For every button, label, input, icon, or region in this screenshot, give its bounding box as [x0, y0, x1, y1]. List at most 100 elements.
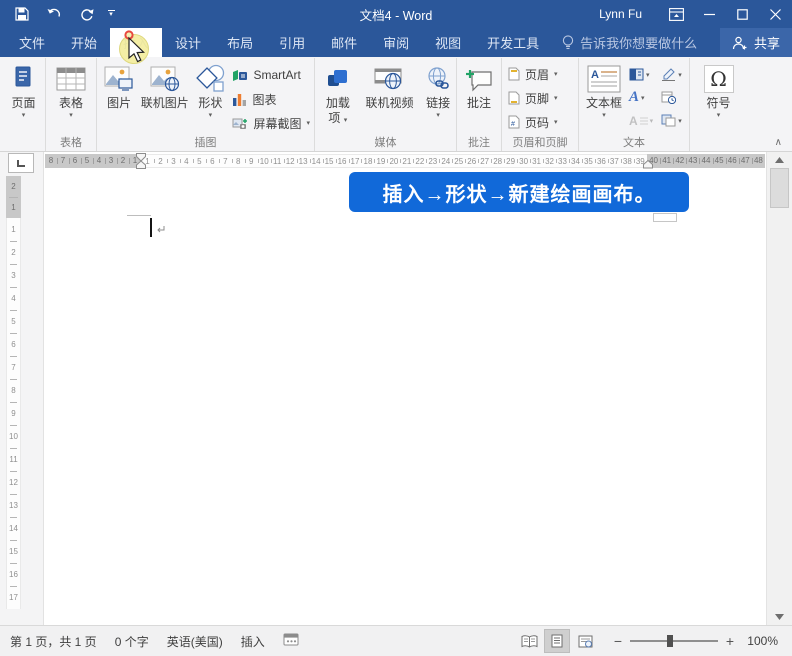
- ruler-tick: 14: [309, 155, 323, 167]
- ribbon-display-options-button[interactable]: [660, 0, 693, 28]
- ruler-tick: 33: [556, 155, 569, 167]
- chart-label: 图表: [252, 92, 277, 107]
- scroll-up-button[interactable]: [767, 152, 792, 167]
- document-page[interactable]: 插入→形状→新建绘画画布。: [45, 152, 766, 625]
- tab-view[interactable]: 视图: [422, 28, 474, 57]
- ruler-tick: 6: [205, 155, 219, 167]
- screenshot-button[interactable]: 屏幕截图 ▾: [228, 111, 314, 135]
- pictures-label: 图片: [107, 96, 132, 110]
- insert-mode-indicator[interactable]: 插入: [232, 633, 274, 650]
- drop-cap-button[interactable]: A ▾: [627, 109, 655, 132]
- page-number-button[interactable]: # 页码 ▾: [502, 110, 564, 134]
- word-count[interactable]: 0 个字: [106, 633, 158, 650]
- table-label: 表格: [58, 96, 83, 110]
- tab-review[interactable]: 审阅: [370, 28, 422, 57]
- collapse-ribbon-button[interactable]: ∧: [775, 137, 782, 148]
- online-video-button[interactable]: 联机视频: [359, 58, 421, 134]
- vertical-ruler[interactable]: 21 1 2 3 4 5 6 7 8 9 10 11 12 13 14 15 16 17: [6, 176, 21, 609]
- word-window: ▾ 文档4 - Word Lynn Fu 文件 开始 插入 设计 布局 引用 邮…: [0, 0, 792, 656]
- scroll-down-button[interactable]: [767, 609, 792, 624]
- web-layout-button[interactable]: [572, 629, 598, 653]
- chevron-down-icon: ▾: [306, 120, 310, 127]
- tab-developer[interactable]: 开发工具: [474, 28, 552, 57]
- quick-parts-button[interactable]: ▾: [627, 63, 655, 86]
- ruler-tick: 2: [7, 241, 20, 264]
- footer-label: 页脚: [525, 91, 550, 106]
- undo-button[interactable]: [38, 2, 70, 26]
- ruler-tick: 43: [686, 154, 699, 168]
- zoom-slider-handle[interactable]: [666, 635, 673, 647]
- customize-qat-button[interactable]: ▾: [102, 2, 120, 26]
- ruler-tick: 29: [504, 155, 517, 167]
- object-button[interactable]: ▾: [659, 109, 684, 132]
- vertical-ruler-main: 1 2 3 4 5 6 7 8 9 10 11 12 13 14 15 16 17: [6, 218, 21, 609]
- chevron-down-icon: ▾: [716, 112, 721, 119]
- tell-me-box[interactable]: 告诉我你想要做什么: [552, 28, 707, 57]
- chart-button[interactable]: 图表: [228, 87, 314, 111]
- share-button[interactable]: 共享: [719, 28, 792, 57]
- chevron-down-icon: ▾: [554, 94, 558, 102]
- tab-layout[interactable]: 布局: [214, 28, 266, 57]
- zoom-slider[interactable]: [630, 635, 718, 647]
- indent-markers[interactable]: [135, 153, 147, 169]
- comment-button[interactable]: 批注: [464, 58, 494, 134]
- macro-record-icon: [283, 633, 299, 646]
- tab-design[interactable]: 设计: [162, 28, 214, 57]
- language-indicator[interactable]: 英语(美国): [158, 633, 232, 650]
- horizontal-ruler[interactable]: 87654321 1 2 3 4 5 6 7 8 9 10 11 12 13 14 15 16 17 18 19 20…: [45, 153, 765, 169]
- header-button[interactable]: 页眉 ▾: [502, 62, 564, 86]
- save-button[interactable]: [6, 2, 38, 26]
- minimize-button[interactable]: [693, 0, 726, 28]
- paragraph-mark-icon: [157, 226, 165, 233]
- shapes-button[interactable]: 形状 ▾: [192, 58, 228, 134]
- tab-home[interactable]: 开始: [58, 28, 110, 57]
- svg-text:#: #: [511, 121, 515, 128]
- ruler-tick: 14: [7, 517, 20, 540]
- date-time-button[interactable]: [659, 86, 684, 109]
- table-button[interactable]: 表格 ▾: [56, 58, 86, 134]
- maximize-button[interactable]: [726, 0, 759, 28]
- print-layout-button[interactable]: [544, 629, 570, 653]
- zoom-level[interactable]: 100%: [738, 634, 778, 648]
- ribbon-group-symbols: Ω 符号 ▾: [690, 58, 747, 151]
- tab-mailings[interactable]: 邮件: [318, 28, 370, 57]
- links-button[interactable]: 链接 ▾: [420, 58, 456, 134]
- symbol-button[interactable]: Ω 符号 ▾: [703, 58, 734, 134]
- text-small-buttons: ▾ A ▾ A ▾ ▾ ▾: [627, 58, 684, 132]
- vertical-ruler-margin: 21: [6, 176, 21, 218]
- smartart-button[interactable]: SmartArt: [228, 63, 314, 87]
- ruler-tick: 7: [7, 356, 20, 379]
- zoom-out-button[interactable]: −: [610, 633, 626, 649]
- chevron-down-icon: ▾: [69, 112, 73, 119]
- tab-insert[interactable]: 插入: [110, 28, 163, 57]
- chevron-down-icon: ▾: [678, 71, 682, 79]
- ruler-tick: 9: [244, 155, 258, 167]
- textbox-button[interactable]: A 文本框 ▾: [581, 58, 627, 134]
- tab-stop-icon: [17, 159, 25, 167]
- chevron-down-icon: ▾: [646, 71, 650, 79]
- zoom-in-button[interactable]: +: [722, 633, 738, 649]
- shapes-icon: [196, 64, 225, 92]
- macro-record-button[interactable]: [274, 633, 308, 649]
- online-pictures-button[interactable]: 联机图片: [137, 58, 192, 134]
- read-mode-button[interactable]: [516, 629, 542, 653]
- tab-stop-selector[interactable]: [8, 153, 34, 173]
- tab-file[interactable]: 文件: [6, 28, 58, 57]
- vertical-scrollbar[interactable]: [766, 152, 792, 625]
- pages-button[interactable]: 页面 ▾: [11, 58, 36, 134]
- ruler-tick: 31: [530, 155, 543, 167]
- signature-line-button[interactable]: ▾: [659, 63, 684, 86]
- close-icon: [770, 8, 781, 20]
- scrollbar-thumb[interactable]: [770, 168, 789, 208]
- redo-button[interactable]: [70, 2, 102, 26]
- pictures-button[interactable]: 图片: [101, 58, 137, 134]
- wordart-button[interactable]: A ▾: [627, 86, 655, 109]
- ruler-tick: 37: [607, 155, 621, 167]
- ruler-tick: 42: [673, 154, 686, 168]
- close-button[interactable]: [759, 0, 792, 28]
- tab-references[interactable]: 引用: [266, 28, 318, 57]
- page-info[interactable]: 第 1 页，共 1 页: [0, 633, 106, 650]
- footer-button[interactable]: 页脚 ▾: [502, 86, 564, 110]
- addins-button[interactable]: 加载 项 ▾: [317, 58, 359, 134]
- right-indent-marker[interactable]: [642, 160, 654, 169]
